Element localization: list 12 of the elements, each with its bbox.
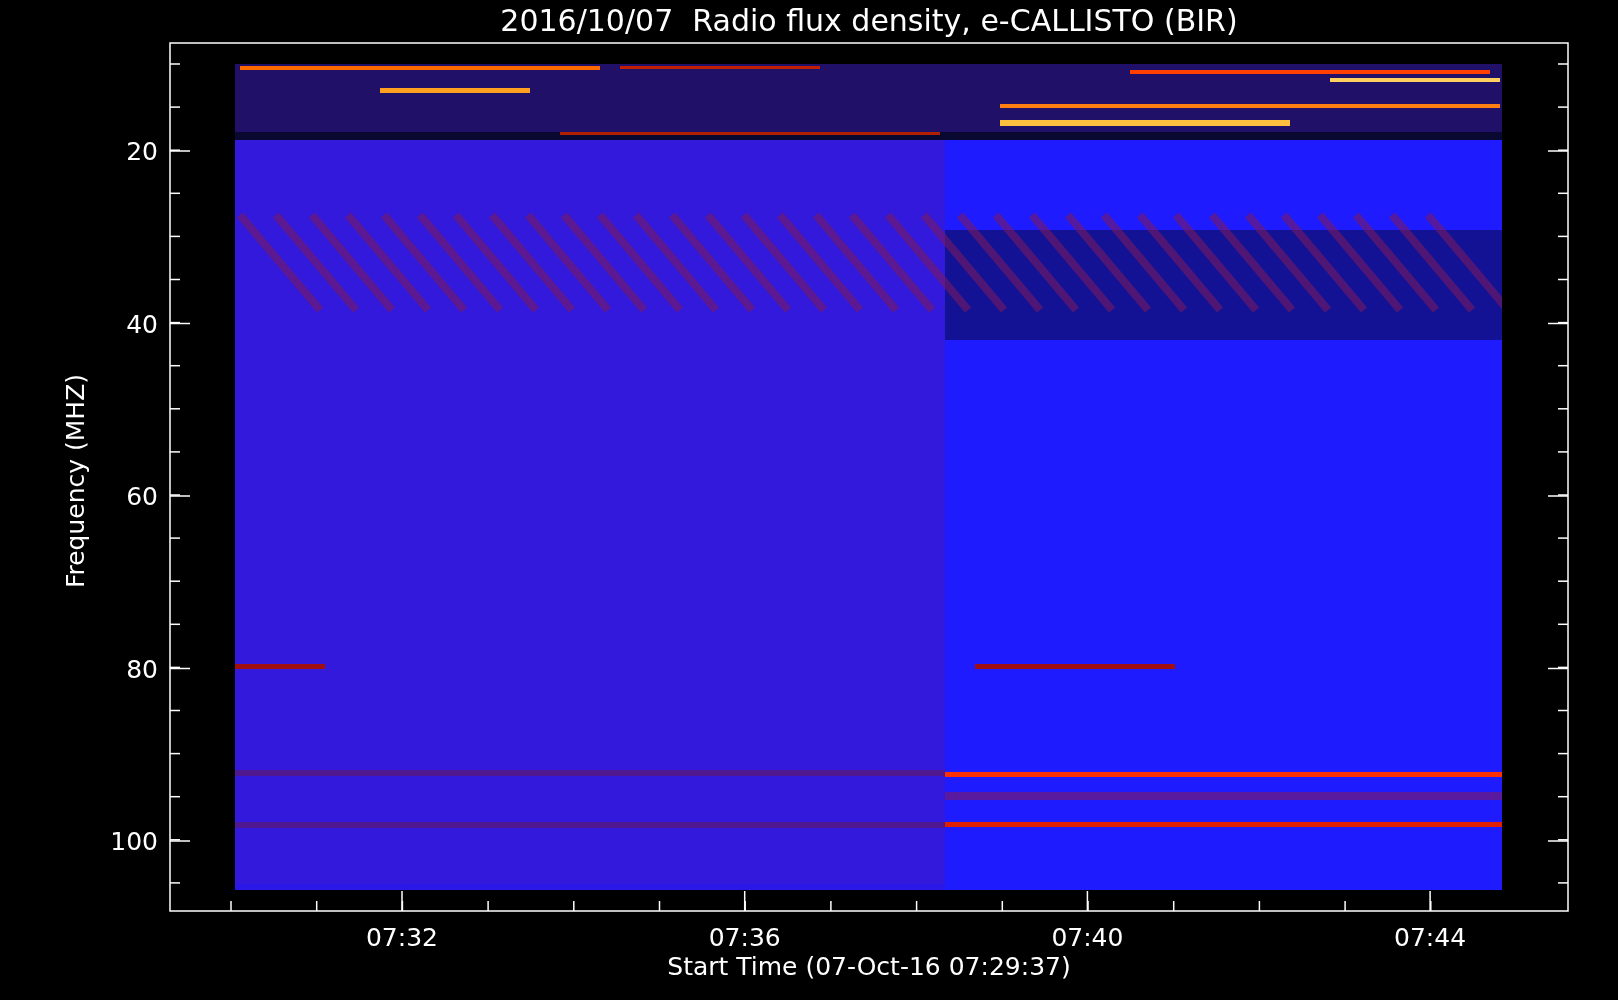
tick-label: 07:32 bbox=[366, 923, 438, 952]
y-axis-label: Frequency (MHZ) bbox=[61, 373, 90, 589]
tick-label: 100 bbox=[110, 827, 158, 856]
tick-label: 60 bbox=[126, 482, 158, 511]
tick-label: 40 bbox=[126, 309, 158, 339]
chart-title: 2016/10/07 Radio flux density, e-CALLISTO (BIR) bbox=[500, 3, 1238, 38]
tick-label: 07:40 bbox=[1051, 923, 1124, 952]
tick-label: 07:36 bbox=[708, 923, 781, 952]
tick-label: 07:44 bbox=[1394, 923, 1467, 952]
tick-label: 20 bbox=[126, 137, 158, 166]
x-axis-label: Start Time (07-Oct-16 07:29:37) bbox=[667, 952, 1071, 981]
tick-label: 80 bbox=[126, 654, 158, 684]
